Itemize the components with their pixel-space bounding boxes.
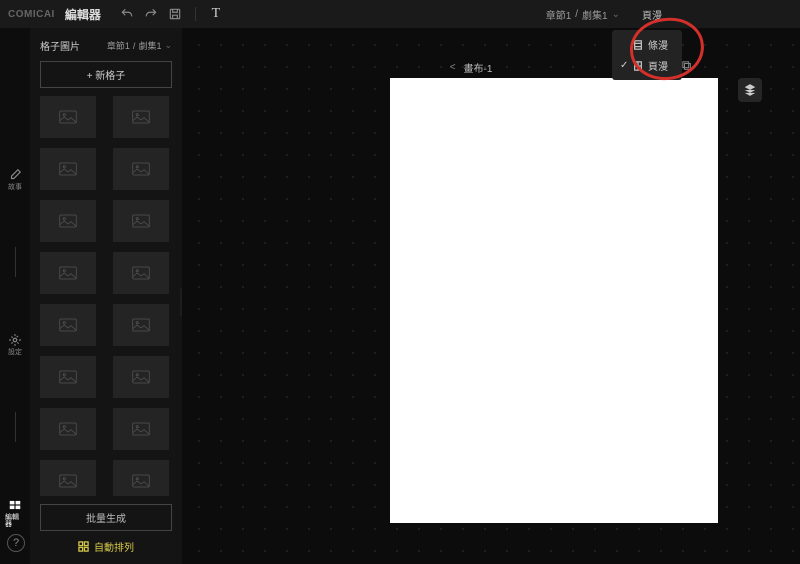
prev-canvas-icon[interactable]: < [450,62,456,73]
page-icon [633,61,643,71]
panel-slot[interactable] [113,408,169,450]
panel-slot[interactable] [113,252,169,294]
side-panel: 格子圖片 章節1/ 劇集1 ⌄ + 新格子 批量生成 [30,28,182,564]
canvas-header: < 畫布-1 + [182,60,800,75]
breadcrumb-chapter: 章節1 [546,7,572,22]
text-tool-icon[interactable]: T [207,5,225,23]
mode-option-label: 條漫 [648,37,668,52]
breadcrumb[interactable]: 章節1 / 劇集1 ⌄ [546,7,620,22]
mode-option-label: 頁漫 [648,58,668,73]
chevron-down-icon: ⌄ [164,40,172,51]
rail-story-label: 故事 [8,184,22,191]
panel-slot[interactable] [40,200,96,242]
panel-crumb-episode: 劇集1 [138,39,161,52]
panel-slot[interactable] [40,356,96,398]
panel-slot[interactable] [40,96,96,138]
panel-slot[interactable] [113,356,169,398]
auto-arrange-label: 自動排列 [94,539,134,554]
rail-setting-label: 設定 [8,349,22,356]
mode-option-page[interactable]: ✓ 頁漫 [612,55,682,76]
brand-logo: COMICAI [8,9,55,20]
divider [195,7,196,21]
breadcrumb-sep: / [575,9,578,20]
check-icon: ✓ [620,60,628,71]
app-title: 編輯器 [65,6,101,23]
panel-crumb-chapter: 章節1 [107,39,130,52]
rail-editor[interactable]: 編輯器 [5,498,25,528]
strip-icon [633,40,643,50]
canvas-stage[interactable]: < 畫布-1 + [182,28,800,564]
arrange-icon [78,541,89,552]
panel-slot[interactable] [113,304,169,346]
panel-slot[interactable] [113,148,169,190]
mode-option-strip[interactable]: 條漫 [612,34,682,55]
panel-slot[interactable] [113,200,169,242]
panel-slot[interactable] [40,148,96,190]
auto-arrange-button[interactable]: 自動排列 [40,539,172,554]
panel-slot[interactable] [40,304,96,346]
save-icon[interactable] [166,5,184,23]
batch-generate-button[interactable]: 批量生成 [40,504,172,531]
panel-slot[interactable] [113,96,169,138]
chevron-down-icon: ⌄ [612,9,620,20]
add-panel-button[interactable]: + 新格子 [40,61,172,88]
help-button[interactable]: ? [7,534,25,552]
rail-divider [15,412,16,442]
page-canvas[interactable] [390,78,718,523]
rail-editor-label: 編輯器 [5,514,25,528]
canvas-title: 畫布-1 [464,60,493,75]
panel-slot[interactable] [113,460,169,496]
panel-slot[interactable] [40,460,96,496]
layers-button[interactable] [738,78,762,102]
redo-icon[interactable] [142,5,160,23]
rail-story[interactable]: 故事 [5,168,25,191]
panel-title: 格子圖片 [40,38,80,53]
panel-slot[interactable] [40,408,96,450]
panel-slot[interactable] [40,252,96,294]
rail-setting[interactable]: 設定 [5,333,25,356]
undo-icon[interactable] [118,5,136,23]
copy-canvas-icon[interactable] [682,61,692,74]
mode-dropdown: 條漫 ✓ 頁漫 [612,30,682,80]
panel-crumb[interactable]: 章節1/ 劇集1 ⌄ [107,39,172,52]
breadcrumb-episode: 劇集1 [582,7,608,22]
panel-grid [40,96,172,496]
left-rail: 故事 設定 編輯器 [0,28,30,564]
rail-divider [15,247,16,277]
mode-button[interactable]: 頁漫 [632,3,672,26]
